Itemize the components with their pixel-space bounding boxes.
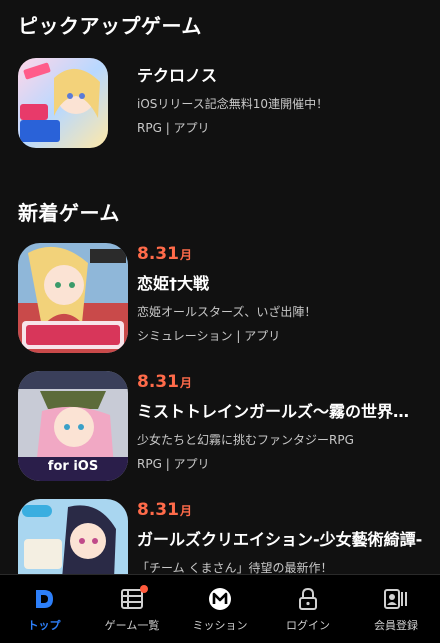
new-game-info-3: 8.31月 ガールズクリエイション-少女藝術綺譚- 「チーム くまさん」待望の最…: [137, 500, 430, 576]
tab-mission[interactable]: ミッション: [176, 575, 264, 643]
list-icon: [120, 585, 148, 611]
game-thumbnail-koihime-taisen[interactable]: [18, 243, 128, 353]
game-thumbnail-tekuronos[interactable]: [18, 58, 108, 148]
member-card-icon: [384, 587, 408, 611]
tab-label: トップ: [27, 619, 61, 632]
section-title-pickup: ピックアップゲーム: [18, 14, 202, 38]
release-date: 8.31月: [137, 244, 192, 264]
mission-m-icon: [208, 587, 232, 611]
release-date: 8.31月: [137, 372, 192, 392]
game-title[interactable]: テクロノス: [137, 62, 430, 86]
game-description: 恋姫オールスターズ、いざ出陣！: [137, 305, 317, 319]
tab-label: 会員登録: [374, 619, 418, 632]
tab-label: ゲーム一覧: [104, 619, 160, 632]
tab-label: ログイン: [286, 619, 330, 632]
game-title[interactable]: ガールズクリエイション-少女藝術綺譚-: [137, 526, 430, 550]
tab-label: ミッション: [192, 619, 248, 632]
game-description: 少女たちと幻霧に挑むファンタジーRPG: [137, 433, 354, 447]
tab-game-list[interactable]: ゲーム一覧: [88, 575, 176, 643]
game-description: iOSリリース記念無料10連開催中！: [137, 97, 329, 111]
game-thumbnail-mist-train-girls[interactable]: for iOS: [18, 371, 128, 481]
thumb-overlay-text: for iOS: [47, 459, 99, 474]
section-title-new-games: 新着ゲーム: [18, 201, 120, 225]
lock-icon: [296, 587, 320, 611]
game-category: シミュレーション | アプリ: [137, 329, 281, 343]
home-d-icon: [32, 587, 56, 611]
notification-badge: [140, 585, 148, 593]
release-date: 8.31月: [137, 500, 192, 520]
tab-top[interactable]: トップ: [0, 575, 88, 643]
tab-member-register[interactable]: 会員登録: [352, 575, 440, 643]
pickup-game-info: テクロノス iOSリリース記念無料10連開催中！ RPG | アプリ: [137, 62, 430, 136]
bottom-tab-bar: トップ ゲーム一覧 ミッション ログイン 会員登録: [0, 574, 440, 643]
game-category: RPG | アプリ: [137, 121, 210, 135]
new-game-info-1: 8.31月 恋姫†大戦 恋姫オールスターズ、いざ出陣！ シミュレーション | ア…: [137, 244, 430, 344]
game-title[interactable]: ミストトレインガールズ〜霧の世界…: [137, 398, 430, 422]
game-category: RPG | アプリ: [137, 457, 210, 471]
new-game-info-2: 8.31月 ミストトレインガールズ〜霧の世界… 少女たちと幻霧に挑むファンタジー…: [137, 372, 430, 472]
tab-login[interactable]: ログイン: [264, 575, 352, 643]
game-title[interactable]: 恋姫†大戦: [137, 270, 430, 294]
